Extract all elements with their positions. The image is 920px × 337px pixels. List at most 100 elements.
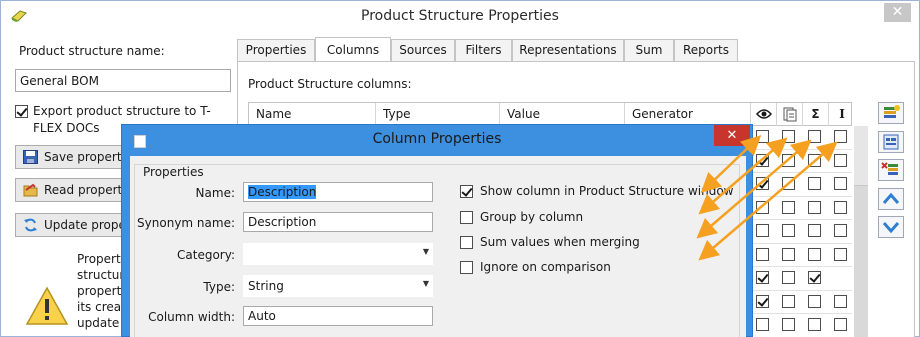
- grid-cell-checkbox[interactable]: [834, 224, 847, 237]
- grid-cell-checkbox[interactable]: [756, 224, 769, 237]
- grid-scroll-thumb[interactable]: [854, 126, 868, 186]
- grid-row-divider: [750, 266, 852, 267]
- sum-values-checkbox[interactable]: [460, 236, 473, 249]
- type-select[interactable]: String ▼: [243, 275, 433, 297]
- grid-cell-checkbox[interactable]: [834, 177, 847, 190]
- grid-cell-checkbox[interactable]: [782, 153, 795, 167]
- grid-cell-checkbox[interactable]: [808, 200, 821, 214]
- header-value[interactable]: Value: [500, 103, 625, 126]
- columns-list-label: Product Structure columns:: [248, 77, 412, 91]
- properties-icon: [883, 134, 899, 150]
- group-by-label: Group by column: [480, 210, 584, 224]
- tab-sources[interactable]: Sources: [391, 39, 455, 62]
- tab-columns[interactable]: Columns: [315, 37, 391, 63]
- structure-name-label: Product structure name:: [19, 44, 165, 58]
- tab-filters[interactable]: Filters: [455, 39, 512, 62]
- grid-cell-checkbox[interactable]: [834, 247, 847, 261]
- grid-cell-checkbox[interactable]: [782, 224, 795, 237]
- arrow-up-icon: [882, 192, 900, 204]
- grid-cell-checkbox[interactable]: [808, 177, 821, 190]
- grid-row-divider: [750, 172, 852, 173]
- window-title: Product Structure Properties: [361, 8, 559, 24]
- header-type[interactable]: Type: [376, 103, 500, 126]
- window-close-button[interactable]: ✕: [884, 3, 911, 22]
- move-up-button[interactable]: [878, 188, 904, 210]
- grid-cell-checkbox[interactable]: [834, 153, 847, 167]
- group-by-checkbox[interactable]: [460, 211, 473, 224]
- show-column-label: Show column in Product Structure window: [480, 184, 734, 198]
- tab-sum[interactable]: Sum: [624, 39, 674, 62]
- grid-cell-checkbox[interactable]: [808, 247, 821, 261]
- chevron-down-icon: ▼: [422, 279, 429, 288]
- grid-cell-checkbox[interactable]: [808, 294, 821, 308]
- grid-cell-checkbox[interactable]: [756, 247, 769, 261]
- sigma-icon[interactable]: Σ: [803, 103, 829, 126]
- sum-values-label: Sum values when merging: [480, 235, 640, 249]
- grid-cell-checkbox[interactable]: [756, 294, 769, 308]
- grid-cell-checkbox[interactable]: [756, 177, 769, 190]
- document-pages-icon[interactable]: [777, 103, 803, 126]
- delete-column-button[interactable]: [878, 159, 904, 181]
- properties-group: Properties Name: Description Synonym nam…: [134, 164, 740, 337]
- save-properties-label: Save properties: [44, 150, 124, 164]
- read-properties-button[interactable]: Read properties: [15, 178, 125, 202]
- grid-cell-checkbox[interactable]: [808, 224, 821, 237]
- name-field-label: Name:: [195, 186, 235, 200]
- dialog-close-button[interactable]: ✕: [714, 125, 750, 146]
- grid-row-divider: [750, 148, 852, 150]
- grid-row-divider: [750, 219, 852, 220]
- grid-cell-checkbox[interactable]: [756, 271, 769, 284]
- ignore-comparison-checkbox[interactable]: [460, 261, 473, 274]
- grid-cell-checkbox[interactable]: [808, 153, 821, 167]
- grid-cell-checkbox[interactable]: [782, 177, 795, 190]
- category-select[interactable]: ▼: [243, 243, 433, 265]
- grid-cell-checkbox[interactable]: [834, 130, 847, 143]
- grid-cell-checkbox[interactable]: [756, 318, 769, 331]
- grid-cell-checkbox[interactable]: [782, 130, 795, 143]
- tab-reports[interactable]: Reports: [674, 39, 738, 62]
- titlebar: Product Structure Properties ✕: [1, 1, 919, 33]
- grid-cell-checkbox[interactable]: [782, 247, 795, 261]
- grid-cell-checkbox[interactable]: [834, 318, 847, 331]
- add-column-button[interactable]: [878, 102, 904, 124]
- grid-row-divider: [750, 242, 852, 244]
- add-column-icon: [884, 105, 900, 118]
- grid-cell-checkbox[interactable]: [808, 318, 821, 331]
- italic-i-icon[interactable]: I: [829, 103, 855, 126]
- dialog-body: Properties Name: Description Synonym nam…: [130, 156, 746, 337]
- grid-cell-checkbox[interactable]: [808, 271, 821, 284]
- grid-cell-checkbox[interactable]: [782, 200, 795, 214]
- grid-cell-checkbox[interactable]: [756, 130, 769, 143]
- grid-cell-checkbox[interactable]: [756, 200, 769, 214]
- update-properties-button[interactable]: Update properties: [15, 213, 125, 237]
- structure-name-input[interactable]: [15, 69, 231, 92]
- name-field[interactable]: Description: [243, 182, 433, 202]
- update-properties-label: Update properties: [44, 218, 125, 232]
- read-properties-label: Read properties: [44, 183, 124, 197]
- save-properties-button[interactable]: Save properties: [15, 145, 125, 169]
- grid-cell-checkbox[interactable]: [782, 294, 795, 308]
- grid-cell-checkbox[interactable]: [808, 130, 821, 143]
- grid-scrollbar[interactable]: [854, 126, 868, 337]
- column-width-field[interactable]: Auto: [243, 306, 433, 326]
- grid-cell-checkbox[interactable]: [834, 294, 847, 308]
- columns-grid-header: Name Type Value Generator Σ I: [248, 102, 852, 126]
- show-column-checkbox[interactable]: [460, 185, 473, 198]
- header-name[interactable]: Name: [249, 103, 376, 126]
- column-properties-dialog: Column Properties ✕ Properties Name: Des…: [121, 124, 753, 337]
- refresh-icon: [24, 218, 37, 232]
- grid-cell-checkbox[interactable]: [782, 271, 795, 284]
- synonym-field[interactable]: Description: [243, 212, 433, 232]
- column-properties-button[interactable]: [878, 131, 904, 153]
- tab-representations[interactable]: Representations: [512, 39, 624, 62]
- grid-cell-checkbox[interactable]: [756, 153, 769, 167]
- move-down-button[interactable]: [878, 216, 904, 238]
- arrow-down-icon: [882, 222, 900, 234]
- header-generator[interactable]: Generator: [625, 103, 751, 126]
- grid-cell-checkbox[interactable]: [834, 200, 847, 214]
- properties-group-label: Properties: [141, 165, 206, 179]
- tab-properties[interactable]: Properties: [237, 39, 315, 62]
- grid-cell-checkbox[interactable]: [782, 318, 795, 331]
- export-checkbox[interactable]: [15, 105, 28, 118]
- eye-icon[interactable]: [751, 103, 777, 126]
